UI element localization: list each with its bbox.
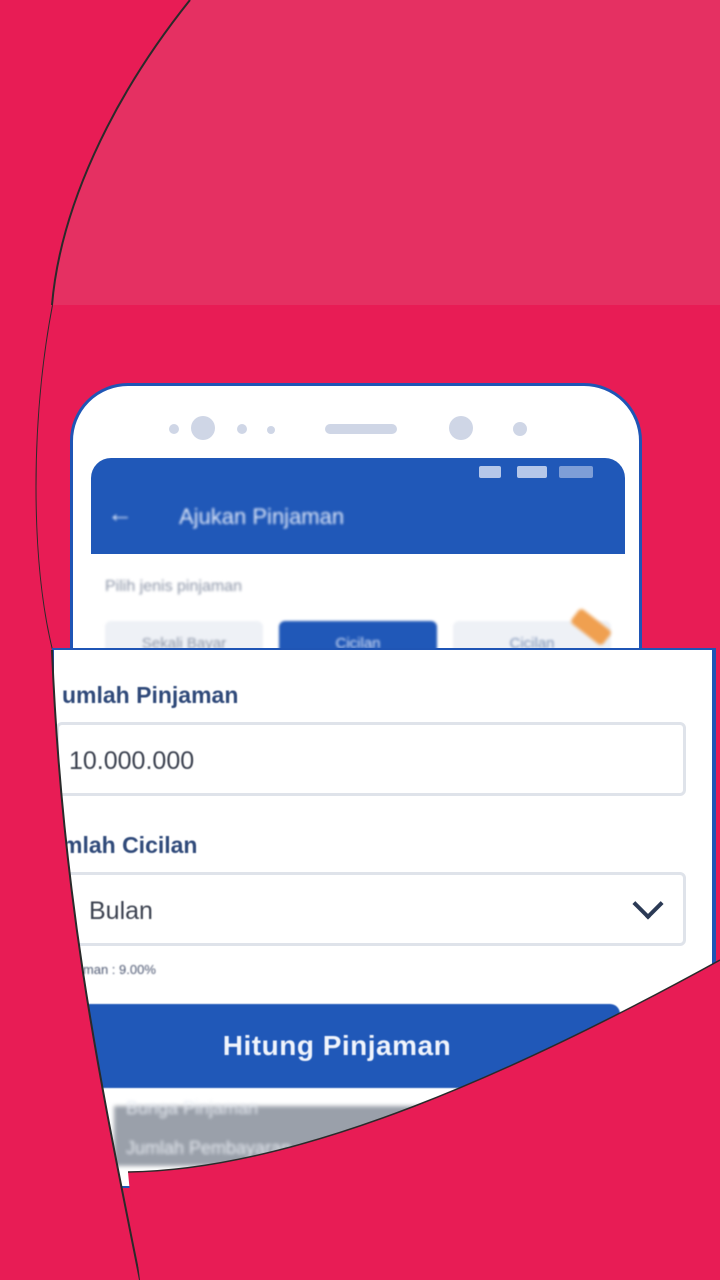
result-item-interest: Bunga Pinjaman xyxy=(126,1098,259,1118)
loan-type-label: Pilih jenis pinjaman xyxy=(105,578,242,595)
arrow-left-icon[interactable]: ← xyxy=(107,498,133,529)
amount-label: umlah Pinjaman xyxy=(62,682,239,708)
amount-value: 10.000.000 xyxy=(69,747,195,775)
installment-value: Bulan xyxy=(89,897,153,925)
loan-calculator-card: umlah Pinjaman 10.000.000 mlah Cicilan B… xyxy=(52,648,716,1188)
sensor-dot xyxy=(513,422,527,436)
chevron-down-icon[interactable] xyxy=(632,888,664,920)
installment-label: mlah Cicilan xyxy=(62,832,198,858)
sensor-dot xyxy=(237,424,247,434)
result-item-total: Jumlah Pembayaran xyxy=(126,1138,292,1158)
earpiece-speaker xyxy=(325,424,397,434)
clock-icon xyxy=(559,466,593,478)
front-camera xyxy=(191,416,215,440)
battery-icon xyxy=(517,466,547,478)
signal-icon xyxy=(479,466,501,478)
amount-input[interactable]: 10.000.000 xyxy=(56,722,686,796)
calculate-loan-button[interactable]: Hitung Pinjaman xyxy=(54,1004,620,1088)
interest-rate-text: Pinjaman : 9.00% xyxy=(54,962,156,977)
sensor-dot xyxy=(169,424,179,434)
sensor-dot xyxy=(267,426,275,434)
installment-select[interactable]: Bulan xyxy=(56,872,686,946)
status-bar xyxy=(91,458,625,486)
camera-lens xyxy=(449,416,473,440)
app-bar-title: Ajukan Pinjaman xyxy=(179,504,345,529)
app-bar: ← Ajukan Pinjaman xyxy=(91,458,625,554)
